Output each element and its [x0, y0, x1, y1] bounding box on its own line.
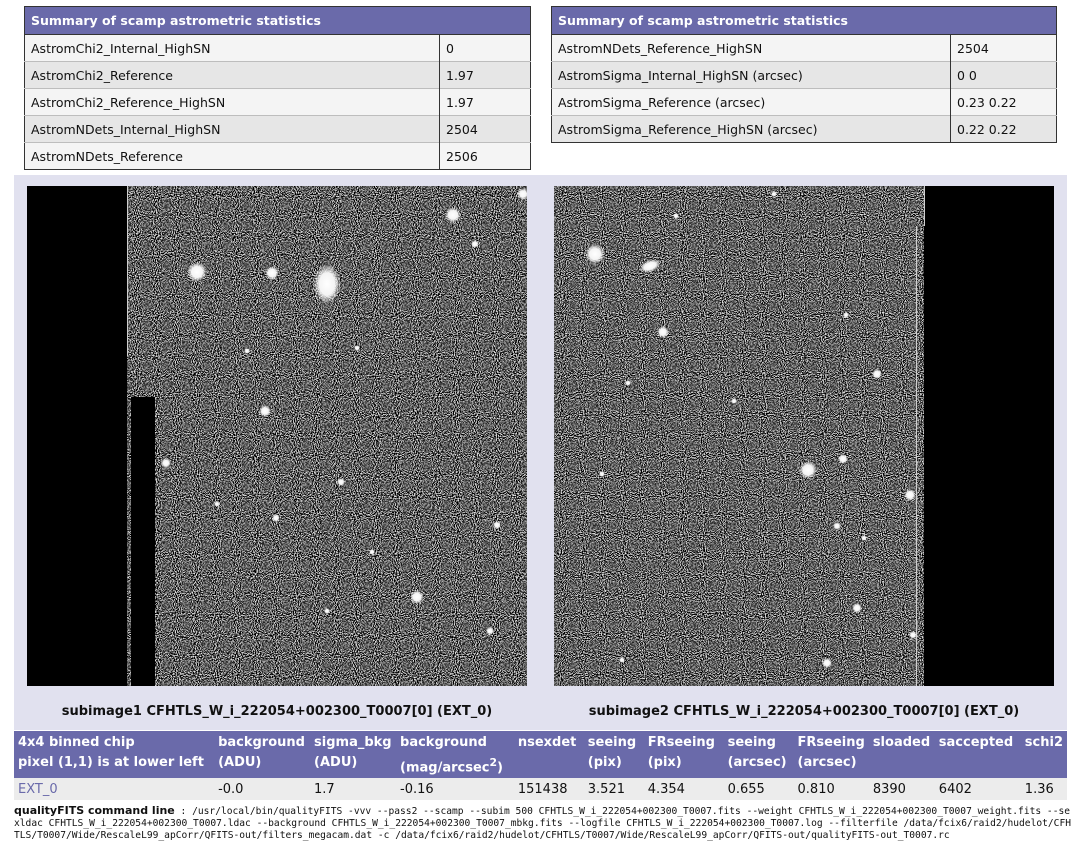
- column-header: schi2: [1020, 731, 1067, 779]
- stat-key: AstromNDets_Reference: [24, 142, 440, 170]
- column-header: background (ADU): [214, 731, 311, 779]
- table-cell: 0.655: [723, 778, 794, 801]
- summary-table-right: Summary of scamp astrometric statistics …: [551, 6, 1057, 143]
- stat-key: AstromChi2_Internal_HighSN: [24, 34, 440, 62]
- summary-title: Summary of scamp astrometric statistics: [24, 6, 531, 35]
- table-row: AstromSigma_Reference (arcsec) 0.23 0.22: [551, 88, 1057, 116]
- stat-key: AstromSigma_Reference (arcsec): [551, 88, 951, 116]
- stat-value: 1.97: [439, 88, 531, 116]
- column-header: seeing (arcsec): [723, 731, 794, 779]
- stat-value: 0.22 0.22: [950, 115, 1057, 143]
- subimage-1-caption: subimage1 CFHTLS_W_i_222054+002300_T0007…: [61, 704, 493, 719]
- table-row: AstromSigma_Reference_HighSN (arcsec) 0.2…: [551, 115, 1057, 143]
- stat-key: AstromSigma_Internal_HighSN (arcsec): [551, 61, 951, 89]
- chip-stats-table: 4x4 binned chip pixel (1,1) is at lower l…: [14, 731, 1067, 801]
- table-cell: 6402: [934, 778, 1021, 801]
- table-row: AstromNDets_Internal_HighSN 2504: [24, 115, 531, 143]
- stat-value: 2506: [439, 142, 531, 170]
- subimage-1[interactable]: [27, 186, 527, 686]
- column-header: 4x4 binned chip pixel (1,1) is at lower l…: [14, 731, 215, 779]
- table-cell: -0.16: [396, 778, 514, 801]
- table-row: AstromSigma_Internal_HighSN (arcsec) 0 0: [551, 61, 1057, 89]
- stat-key: AstromChi2_Reference: [24, 61, 440, 89]
- column-header: FRseeing (arcsec): [793, 731, 869, 779]
- stat-value: 0 0: [950, 61, 1057, 89]
- summary-table-left: Summary of scamp astrometric statistics …: [24, 6, 531, 170]
- table-row: AstromChi2_Internal_HighSN 0: [24, 34, 531, 62]
- stat-key: AstromNDets_Internal_HighSN: [24, 115, 440, 143]
- column-header: sloaded: [868, 731, 935, 779]
- stat-value: 0: [439, 34, 531, 62]
- table-row: AstromChi2_Reference_HighSN 1.97: [24, 88, 531, 116]
- image-panel: subimage1 CFHTLS_W_i_222054+002300_T0007…: [14, 175, 1067, 730]
- column-header: sigma_bkg (ADU): [310, 731, 397, 779]
- table-row: AstromNDets_Reference_HighSN 2504: [551, 34, 1057, 62]
- table-cell: 151438: [513, 778, 584, 801]
- table-cell: 1.7: [310, 778, 397, 801]
- table-row: AstromChi2_Reference 1.97: [24, 61, 531, 89]
- command-line-label: qualityFITS command line: [14, 804, 175, 817]
- column-header: FRseeing (pix): [643, 731, 724, 779]
- stat-key: AstromChi2_Reference_HighSN: [24, 88, 440, 116]
- table-cell: 0.810: [793, 778, 869, 801]
- table-cell: 3.521: [583, 778, 644, 801]
- summary-title: Summary of scamp astrometric statistics: [551, 6, 1057, 35]
- table-cell: 8390: [868, 778, 935, 801]
- column-header: seeing (pix): [583, 731, 644, 779]
- astronomical-image-1: [27, 186, 527, 686]
- ext-link[interactable]: EXT_0: [14, 778, 215, 801]
- stat-value: 2504: [439, 115, 531, 143]
- stat-key: AstromSigma_Reference_HighSN (arcsec): [551, 115, 951, 143]
- table-row: AstromNDets_Reference 2506: [24, 142, 531, 170]
- astronomical-image-2: [554, 186, 1054, 686]
- stat-value: 2504: [950, 34, 1057, 62]
- table-cell: 1.36: [1020, 778, 1067, 801]
- table-cell: -0.0: [214, 778, 311, 801]
- stat-value: 0.23 0.22: [950, 88, 1057, 116]
- column-header: saccepted: [934, 731, 1021, 779]
- stat-value: 1.97: [439, 61, 531, 89]
- table-row: EXT_0 -0.0 1.7 -0.16 151438 3.521 4.354 …: [14, 778, 1067, 801]
- column-header: background (mag/arcsec2): [396, 731, 514, 779]
- table-cell: 4.354: [643, 778, 724, 801]
- command-line-text: qualityFITS command line : /usr/local/bi…: [14, 805, 1072, 842]
- subimage-2-caption: subimage2 CFHTLS_W_i_222054+002300_T0007…: [588, 704, 1020, 719]
- subimage-2[interactable]: [554, 186, 1054, 686]
- column-header: nsexdet: [513, 731, 584, 779]
- table-header-row: 4x4 binned chip pixel (1,1) is at lower l…: [14, 731, 1067, 779]
- stat-key: AstromNDets_Reference_HighSN: [551, 34, 951, 62]
